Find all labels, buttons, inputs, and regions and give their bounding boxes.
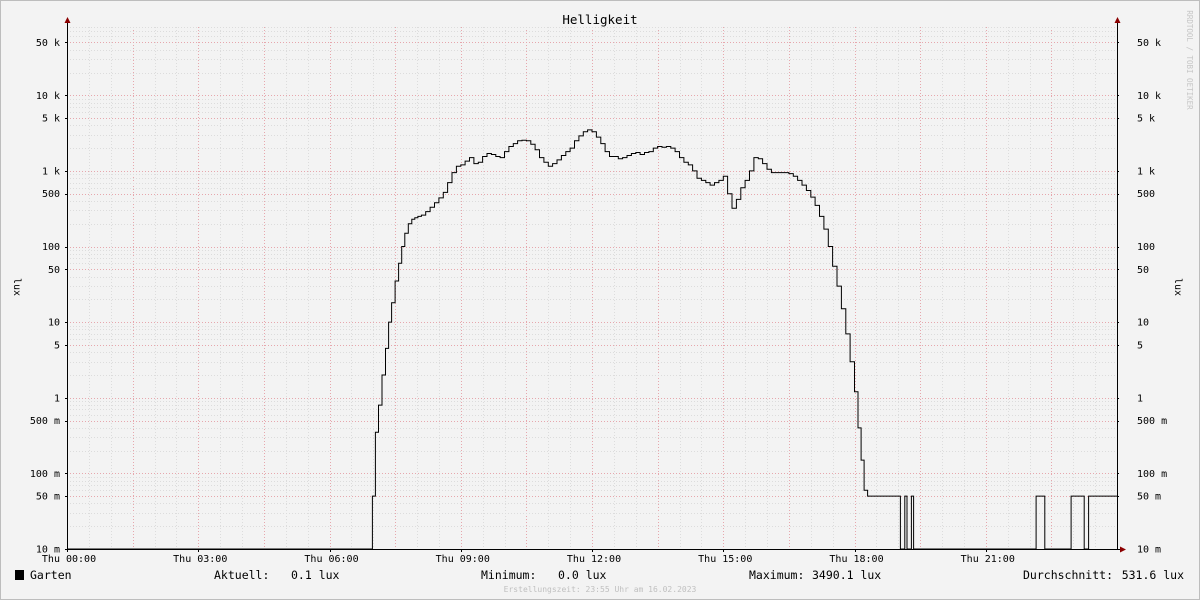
legend-max-value: 3490.1 lux xyxy=(812,568,881,582)
y-tick-label: 100 xyxy=(42,242,60,253)
y-tick-labels-right: 10 m 50 m 100 m 500 m 1 5 10 50 100 500 1 k 5 k 10 k… xyxy=(1137,38,1167,556)
y-axis-label-left: lux xyxy=(11,278,22,296)
y-tick-label: 50 m xyxy=(36,492,60,503)
y-tick-label: 1 k xyxy=(1137,166,1155,177)
x-tick-label: Thu 21:00 xyxy=(961,554,1015,565)
y-tick-label: 100 xyxy=(1137,242,1155,253)
y-tick-label: 500 xyxy=(1137,189,1155,200)
legend-min-label: Minimum: xyxy=(481,568,536,582)
x-tick-label: Thu 09:00 xyxy=(436,554,490,565)
y-axis-label-right: lux xyxy=(1172,278,1183,296)
y-tick-label: 10 xyxy=(48,318,60,329)
legend-swatch xyxy=(15,570,24,580)
x-tick-label: Thu 00:00 xyxy=(42,554,96,565)
y-tick-label: 10 k xyxy=(1137,91,1161,102)
x-tick-label: Thu 18:00 xyxy=(829,554,883,565)
y-tick-label: 50 k xyxy=(1137,38,1161,49)
y-tick-label: 10 k xyxy=(36,91,60,102)
y-tick-label: 5 k xyxy=(1137,114,1155,125)
y-tick-label: 5 xyxy=(54,340,60,351)
legend-min-value: 0.0 lux xyxy=(558,568,607,582)
x-tick-label: Thu 12:00 xyxy=(567,554,621,565)
y-tick-label: 50 k xyxy=(36,38,60,49)
y-tick-label: 50 m xyxy=(1137,492,1161,503)
y-tick-label: 500 m xyxy=(30,416,60,427)
y-tick-label: 50 xyxy=(48,265,60,276)
y-tick-label: 100 m xyxy=(1137,469,1167,480)
y-tick-label: 50 xyxy=(1137,265,1149,276)
legend-series-name: Garten xyxy=(30,568,72,582)
x-axis-arrow xyxy=(1120,546,1126,553)
creation-note: Erstellungszeit: 23:55 Uhr am 16.02.2023 xyxy=(504,585,697,594)
y-tick-label: 500 xyxy=(42,189,60,200)
x-tick-label: Thu 15:00 xyxy=(698,554,752,565)
y-tick-label: 10 xyxy=(1137,318,1149,329)
legend-current-label: Aktuell: xyxy=(214,568,269,582)
chart-title: Helligkeit xyxy=(562,12,637,27)
grid xyxy=(67,27,1117,549)
y-tick-label: 100 m xyxy=(30,469,60,480)
axes xyxy=(64,17,1126,553)
y-axis-right-arrow xyxy=(1114,17,1121,23)
y-tick-label: 1 xyxy=(54,393,60,404)
legend-max-label: Maximum: xyxy=(749,568,804,582)
legend-avg-label: Durchschnitt: xyxy=(1023,568,1113,582)
x-tick-labels: Thu 00:00 Thu 03:00 Thu 06:00 Thu 09:00 Thu … xyxy=(42,554,1015,565)
legend-avg-value: 531.6 lux xyxy=(1122,568,1184,582)
y-tick-label: 1 k xyxy=(42,166,60,177)
y-tick-label: 5 k xyxy=(42,114,60,125)
y-tick-label: 5 xyxy=(1137,340,1143,351)
chart-svg: Helligkeit 10 m50 m100 m500 m15105010050… xyxy=(11,10,1194,594)
y-tick-label: 10 m xyxy=(1137,545,1161,556)
x-tick-label: Thu 03:00 xyxy=(173,554,227,565)
y-tick-labels-left: 10 m50 m100 m500 m1510501005001 k5 k10 k… xyxy=(30,38,60,556)
y-tick-label: 500 m xyxy=(1137,416,1167,427)
legend-current-value: 0.1 lux xyxy=(291,568,340,582)
x-tick-label: Thu 06:00 xyxy=(304,554,358,565)
y-axis-left-arrow xyxy=(64,17,71,23)
y-tick-label: 1 xyxy=(1137,393,1143,404)
rrdtool-watermark: RRDTOOL / TOBI OETIKER xyxy=(1185,10,1194,110)
